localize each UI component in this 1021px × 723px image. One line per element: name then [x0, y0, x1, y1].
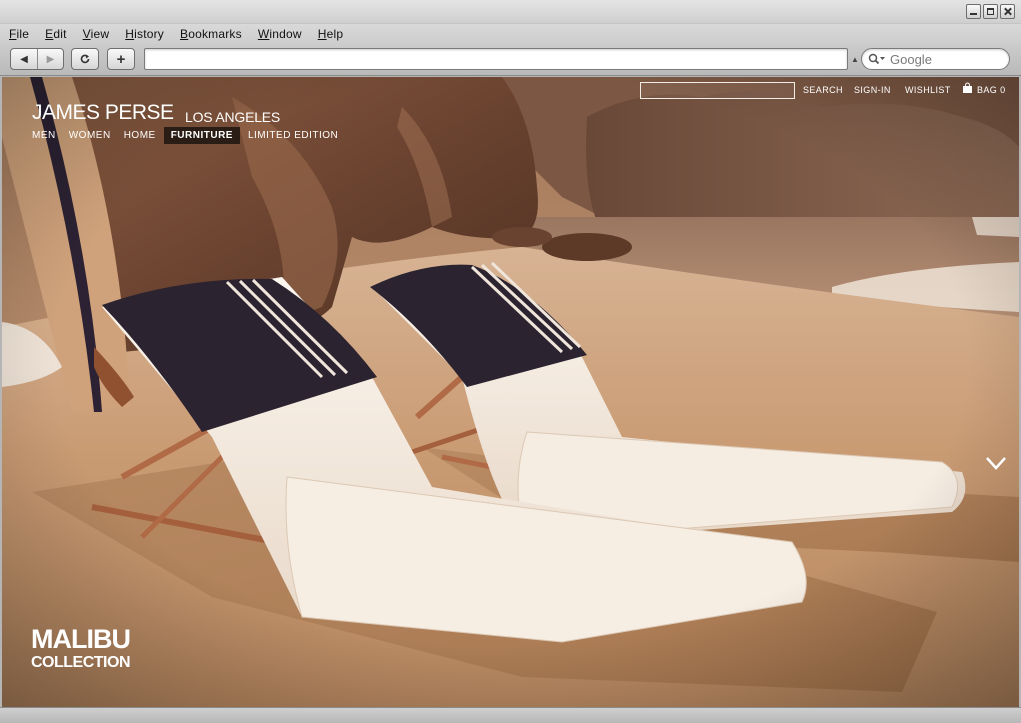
add-bookmark-icon: + — [116, 50, 126, 68]
nav-women[interactable]: WOMEN — [64, 128, 116, 143]
status-bar — [0, 707, 1021, 723]
maximize-icon[interactable] — [983, 4, 998, 19]
window-titlebar — [0, 0, 1021, 24]
nav-furniture[interactable]: FURNITURE — [163, 127, 240, 144]
nav-men[interactable]: MEN — [32, 128, 61, 143]
shopping-bag-icon[interactable] — [962, 82, 973, 93]
brand-logo[interactable]: JAMES PERSE — [32, 101, 174, 125]
browser-toolbar: ◀ ▶ + ▲ Google — [0, 44, 1021, 76]
menu-help[interactable]: Help — [318, 27, 344, 41]
back-arrow-icon: ◀ — [20, 53, 28, 65]
nav-limited-edition[interactable]: LIMITED EDITION — [243, 128, 343, 143]
menu-bookmarks[interactable]: Bookmarks — [180, 27, 242, 41]
add-bookmark-button[interactable]: + — [107, 48, 135, 70]
chevron-down-icon[interactable] — [985, 456, 1007, 470]
menu-view[interactable]: View — [83, 27, 110, 41]
search-placeholder: Google — [890, 51, 932, 67]
search-field[interactable]: Google — [861, 48, 1010, 70]
menu-edit[interactable]: Edit — [45, 27, 67, 41]
collection-title[interactable]: MALIBU — [31, 624, 131, 655]
hero-image — [2, 77, 1019, 707]
reload-icon — [80, 54, 90, 64]
page-viewport: SEARCH SIGN-IN WISHLIST BAG 0 JAMES PERS… — [2, 77, 1019, 707]
back-button[interactable]: ◀ — [11, 49, 37, 69]
address-dropdown-icon[interactable]: ▲ — [851, 55, 859, 64]
bag-link[interactable]: BAG 0 — [977, 85, 1006, 95]
history-nav: ◀ ▶ — [10, 48, 64, 70]
sign-in-link[interactable]: SIGN-IN — [854, 85, 891, 95]
wishlist-link[interactable]: WISHLIST — [905, 85, 951, 95]
menu-file[interactable]: File — [9, 27, 29, 41]
close-icon[interactable] — [1000, 4, 1015, 19]
menu-history[interactable]: History — [125, 27, 164, 41]
collection-subtitle[interactable]: COLLECTION — [31, 654, 131, 672]
site-nav: MEN WOMEN HOME FURNITURE LIMITED EDITION — [32, 127, 346, 144]
site-search-input[interactable] — [640, 82, 795, 99]
reload-button[interactable] — [71, 48, 99, 70]
nav-home[interactable]: HOME — [119, 128, 161, 143]
magnifier-icon[interactable] — [868, 53, 886, 65]
forward-arrow-icon: ▶ — [46, 53, 55, 65]
menu-window[interactable]: Window — [258, 27, 302, 41]
forward-button[interactable]: ▶ — [37, 49, 63, 69]
address-bar[interactable] — [144, 48, 848, 70]
menu-bar: File Edit View History Bookmarks Window … — [0, 24, 1021, 44]
site-search-button[interactable]: SEARCH — [803, 85, 843, 95]
minimize-icon[interactable] — [966, 4, 981, 19]
brand-location: LOS ANGELES — [185, 109, 281, 125]
